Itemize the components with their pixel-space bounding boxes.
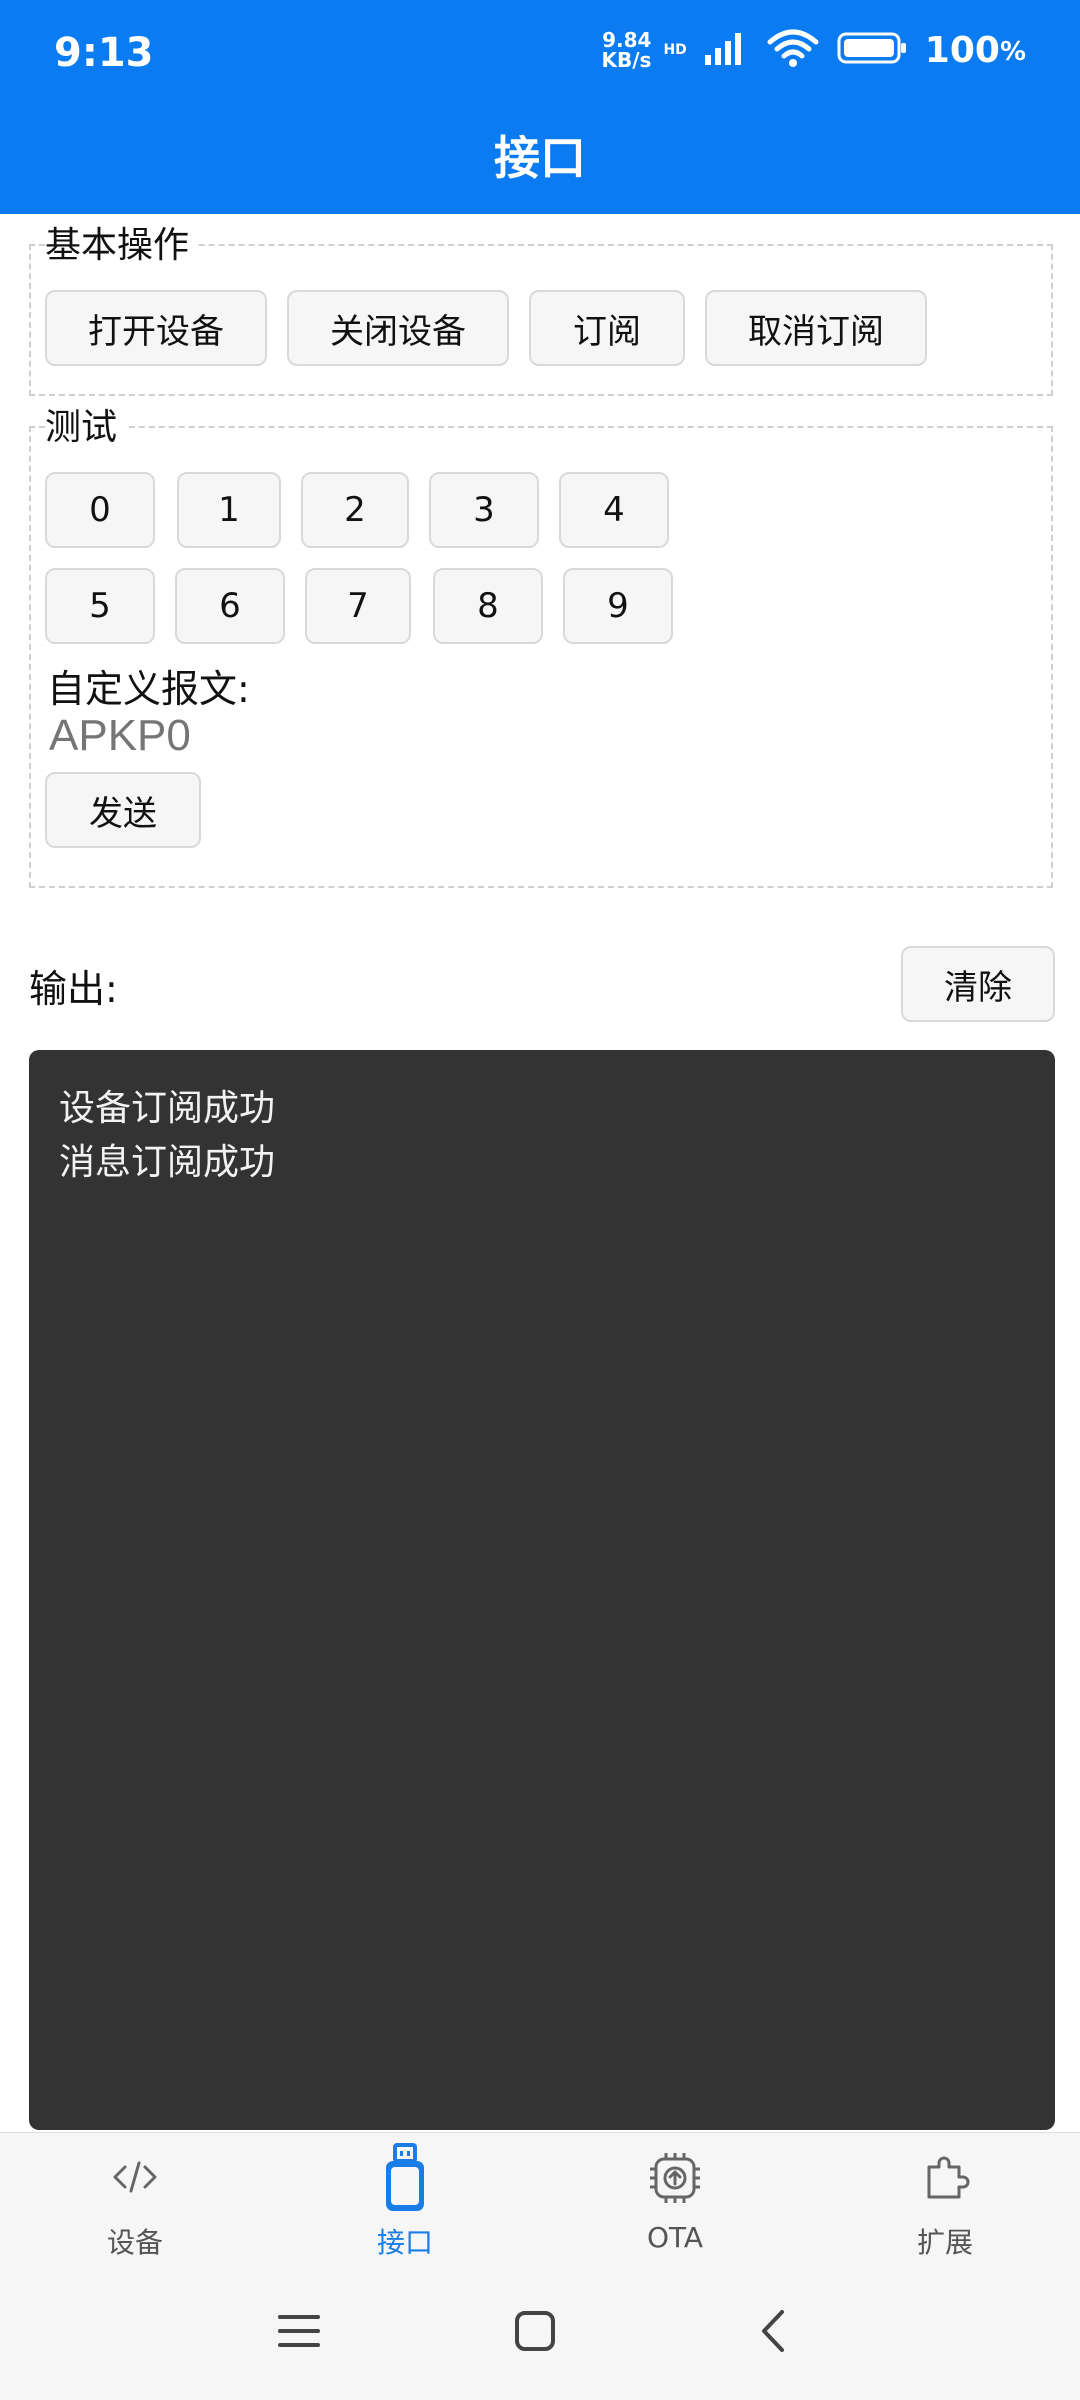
battery-value: 100 [924, 29, 1000, 71]
top-bar: 9:13 9.84 KB/s HD 100% 接口 [0, 0, 1080, 214]
nav-label-ota: OTA [646, 2221, 704, 2254]
digit-button-1[interactable]: 1 [177, 472, 281, 548]
output-line: 消息订阅成功 [59, 1142, 276, 1183]
basic-operations-group: 基本操作 打开设备 关闭设备 订阅 取消订阅 [29, 216, 1053, 396]
chip-upload-icon [644, 2147, 706, 2213]
nav-item-ota[interactable]: OTA [540, 2133, 810, 2271]
menu-icon[interactable] [276, 2308, 322, 2358]
status-right: 9.84 KB/s HD 100% [601, 28, 1026, 72]
digit-button-6[interactable]: 6 [175, 568, 285, 644]
nav-item-extension[interactable]: 扩展 [810, 2133, 1080, 2271]
test-legend: 测试 [45, 398, 126, 450]
output-console: 设备订阅成功 消息订阅成功 [29, 1050, 1055, 2130]
nav-label-interface: 接口 [376, 2226, 433, 2259]
battery-level: 100% [925, 30, 1026, 71]
status-bar: 9:13 9.84 KB/s HD 100% [0, 0, 1080, 110]
nav-item-device[interactable]: 设备 [0, 2133, 270, 2271]
digit-button-2[interactable]: 2 [301, 472, 409, 548]
output-line: 设备订阅成功 [59, 1088, 276, 1129]
wifi-icon [767, 28, 819, 72]
battery-percent-sign: % [999, 36, 1026, 67]
subscribe-button[interactable]: 订阅 [529, 290, 685, 366]
home-icon[interactable] [512, 2308, 558, 2358]
basic-operations-legend: 基本操作 [45, 216, 198, 268]
network-speed-unit: KB/s [601, 48, 652, 72]
usb-icon [377, 2143, 433, 2219]
digit-button-4[interactable]: 4 [559, 472, 669, 548]
network-speed-value: 9.84 [602, 28, 652, 52]
digit-button-9[interactable]: 9 [563, 568, 673, 644]
unsubscribe-button[interactable]: 取消订阅 [705, 290, 927, 366]
system-nav-bar [0, 2270, 1080, 2400]
digit-button-8[interactable]: 8 [433, 568, 543, 644]
send-button[interactable]: 发送 [45, 772, 201, 848]
custom-message-label: 自定义报文: [47, 667, 250, 711]
close-device-button[interactable]: 关闭设备 [287, 290, 509, 366]
signal-icon [704, 31, 749, 69]
page-title: 接口 [494, 131, 586, 185]
output-label: 输出: [29, 967, 118, 1011]
custom-message-input[interactable] [47, 710, 951, 762]
digit-button-5[interactable]: 5 [45, 568, 155, 644]
clear-button[interactable]: 清除 [901, 946, 1055, 1022]
open-device-button[interactable]: 打开设备 [45, 290, 267, 366]
status-time: 9:13 [54, 30, 154, 76]
back-icon[interactable] [752, 2308, 798, 2358]
hd-label: HD [663, 42, 687, 58]
test-group: 测试 0 1 2 3 4 5 6 7 8 9 自定义报文: 发送 [29, 398, 1053, 888]
bottom-nav: 设备 接口 OTA 扩展 [0, 2132, 1080, 2271]
digit-button-7[interactable]: 7 [305, 568, 411, 644]
nav-label-extension: 扩展 [916, 2226, 973, 2259]
puzzle-icon [915, 2147, 975, 2211]
nav-label-device: 设备 [106, 2226, 163, 2259]
network-speed: 9.84 KB/s [601, 30, 651, 70]
battery-icon [837, 31, 907, 69]
nav-item-interface[interactable]: 接口 [270, 2133, 540, 2271]
code-icon [105, 2147, 165, 2211]
digit-button-3[interactable]: 3 [429, 472, 539, 548]
digit-button-0[interactable]: 0 [45, 472, 155, 548]
